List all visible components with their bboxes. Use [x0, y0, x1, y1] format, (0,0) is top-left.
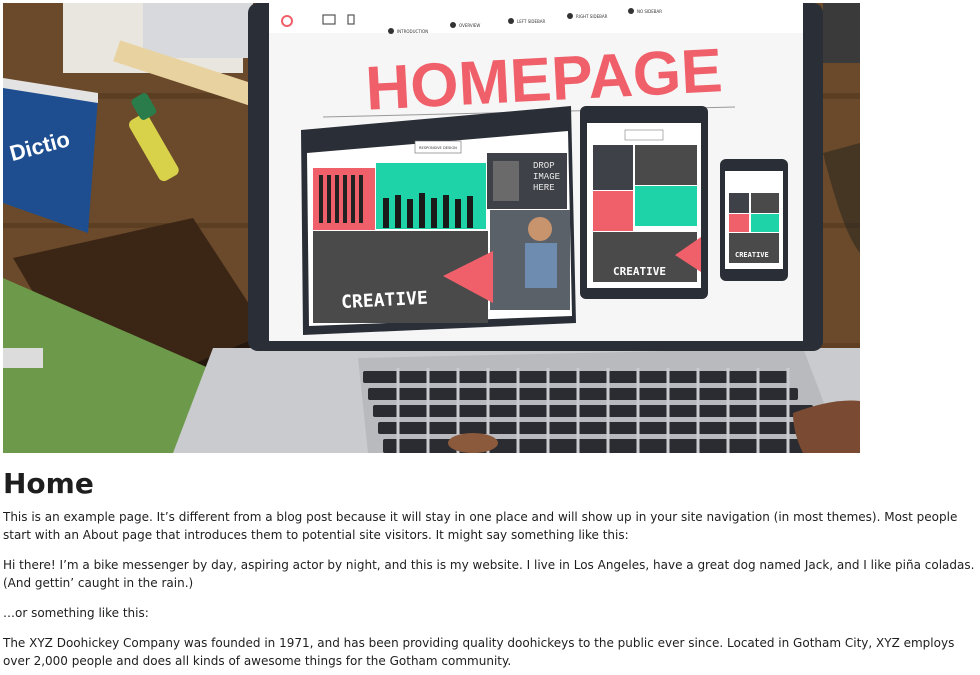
screen-nav-item: INTRODUCTION [397, 29, 428, 34]
screen-nav-item: LEFT SIDEBAR [517, 19, 546, 24]
svg-text:CREATIVE: CREATIVE [613, 265, 666, 278]
paragraph-example-company: The XYZ Doohickey Company was founded in… [3, 636, 955, 668]
device-mockup-tablet: CREATIVE [580, 106, 708, 299]
paragraph-or-something: …or something like this: [3, 606, 149, 620]
screen-nav-item: OVERVIEW [459, 23, 480, 28]
hero-image: Dictio INTRODUCTION OVERVIEW LEFT SIDEBA… [3, 3, 860, 453]
svg-text:DROP: DROP [533, 161, 555, 171]
svg-text:IMAGE: IMAGE [533, 172, 560, 182]
paragraph-intro: This is an example page. It’s different … [3, 510, 958, 542]
paragraph-example-personal: Hi there! I’m a bike messenger by day, a… [3, 558, 975, 590]
page-content: Home This is an example page. It’s diffe… [3, 464, 975, 675]
device-mockup-phone: CREATIVE [720, 159, 788, 281]
device-mockup-desktop: RESPONSIVE DESIGN DROP IMAGE HERE CREATI… [301, 106, 576, 335]
screen-nav-item: NO SIDEBAR [637, 9, 662, 14]
screen-nav-item: RIGHT SIDEBAR [576, 14, 608, 19]
device-label: RESPONSIVE DESIGN [419, 146, 457, 150]
svg-text:CREATIVE: CREATIVE [735, 251, 769, 259]
page-title: Home [3, 467, 94, 500]
svg-text:HERE: HERE [533, 183, 555, 193]
